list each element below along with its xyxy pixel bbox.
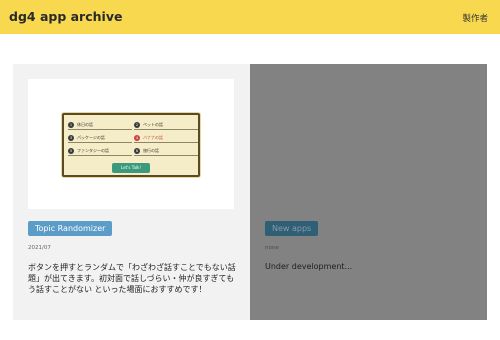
app-status-text: Under development... [265,262,353,271]
app-card-new-apps: New apps none Under development... [250,64,487,320]
topic-item: 6 旅行の話 [134,145,198,156]
app-date: none [265,245,279,251]
app-card-topic-randomizer[interactable]: 1 休日の話 2 ペットの話 3 パッケージの話 4 バナナの話 5 ファンタジーの話 6… [13,64,250,320]
topic-item: 5 ファンタジーの話 [68,145,132,156]
app-thumbnail[interactable]: 1 休日の話 2 ペットの話 3 パッケージの話 4 バナナの話 5 ファンタジーの話 6… [28,79,234,209]
topic-item: 2 ペットの話 [134,119,198,130]
site-header: dg4 app archive 製作者 [0,0,500,34]
topic-item-selected: 4 バナナの話 [134,132,198,143]
lets-talk-button: Let's Talk! [112,163,150,173]
app-tag: New apps [265,221,319,236]
app-description: ボタンを押すとランダムで「わざわざ話すことでもない話題」が出てきます。初対面で話… [28,263,236,294]
app-card-list: 1 休日の話 2 ペットの話 3 パッケージの話 4 バナナの話 5 ファンタジーの話 6… [13,64,487,320]
topic-item: 3 パッケージの話 [68,132,132,143]
app-date: 2021/07 [28,245,51,251]
app-tag[interactable]: Topic Randomizer [28,221,113,236]
maker-link[interactable]: 製作者 [462,12,488,24]
topic-board: 1 休日の話 2 ペットの話 3 パッケージの話 4 バナナの話 5 ファンタジーの話 6… [62,113,200,177]
topic-item: 1 休日の話 [68,119,132,130]
site-title[interactable]: dg4 app archive [9,9,122,24]
